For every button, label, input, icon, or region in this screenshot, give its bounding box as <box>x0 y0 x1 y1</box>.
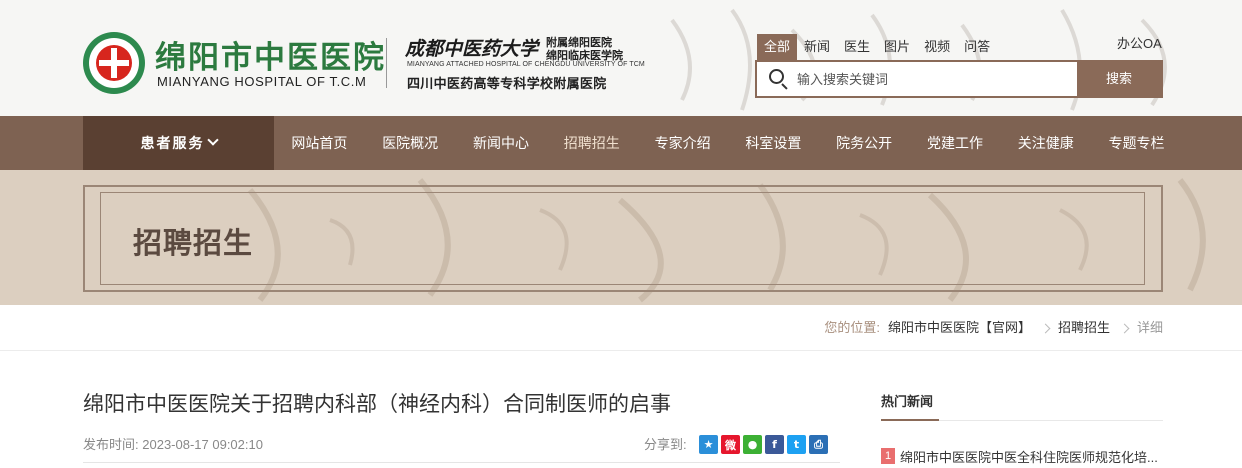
logo-chinese-name: 绵阳市中医医院 <box>155 40 386 76</box>
university-name: 成都中医药大学 <box>405 38 539 60</box>
university-english-name: MIANYANG ATTACHED HOSPITAL OF CHENGDU UN… <box>407 61 645 68</box>
search-button[interactable]: 搜索 <box>1077 62 1161 96</box>
patient-services-label: 患者服务 <box>140 135 205 151</box>
search-box: 搜索 <box>755 60 1163 98</box>
nav-item-news[interactable]: 新闻中心 <box>456 116 547 170</box>
facebook-icon[interactable]: f <box>765 435 784 454</box>
logo-divider <box>386 38 387 88</box>
publish-time-value: 2023-08-17 09:02:10 <box>142 437 263 452</box>
article-title: 绵阳市中医医院关于招聘内科部（神经内科）合同制医师的启事 <box>83 393 671 416</box>
search-tab-videos[interactable]: 视频 <box>917 34 957 60</box>
publish-time-label: 发布时间: <box>83 437 139 452</box>
nav-item-party[interactable]: 党建工作 <box>910 116 1001 170</box>
wechat-icon[interactable]: ● <box>743 435 762 454</box>
banner-title: 招聘招生 <box>133 228 254 260</box>
breadcrumb-bar: 您的位置: 绵阳市中医医院【官网】 招聘招生 详细 <box>0 305 1242 351</box>
twitter-icon[interactable]: t <box>787 435 806 454</box>
patient-services-dropdown[interactable]: 患者服务 <box>83 116 274 170</box>
nav-item-experts[interactable]: 专家介绍 <box>637 116 728 170</box>
nav-item-health[interactable]: 关注健康 <box>1000 116 1091 170</box>
rank-badge: 1 <box>881 448 895 464</box>
publish-time: 发布时间: 2023-08-17 09:02:10 <box>83 434 263 453</box>
main-nav: 患者服务 网站首页 医院概况 新闻中心 招聘招生 专家介绍 科室设置 院务公开 … <box>0 116 1242 170</box>
hot-news-divider-accent <box>881 419 939 421</box>
news-link[interactable]: 绵阳市中医医院中医全科住院医师规范化培... <box>900 447 1162 466</box>
article-divider <box>83 462 840 463</box>
weibo-icon[interactable]: 微 <box>721 435 740 454</box>
search-icon <box>757 62 795 96</box>
list-item[interactable]: 1 绵阳市中医医院中医全科住院医师规范化培... <box>881 446 1163 466</box>
search-tabs: 全部 新闻 医生 图片 视频 问答 <box>757 34 997 60</box>
nav-item-home[interactable]: 网站首页 <box>274 116 365 170</box>
logo-english-name: MIANYANG HOSPITAL OF T.C.M <box>157 74 367 89</box>
site-header: 绵阳市中医医院 MIANYANG HOSPITAL OF T.C.M 成都中医药… <box>0 0 1242 116</box>
share-icons: ★ 微 ● f t ⎙ <box>699 435 828 454</box>
breadcrumb-label: 您的位置: <box>824 320 880 335</box>
chevron-down-icon <box>206 134 219 146</box>
nav-item-overview[interactable]: 医院概况 <box>365 116 456 170</box>
nav-item-departments[interactable]: 科室设置 <box>728 116 819 170</box>
search-tab-all[interactable]: 全部 <box>757 34 798 60</box>
search-tab-images[interactable]: 图片 <box>877 34 917 60</box>
hot-news-title: 热门新闻 <box>881 394 934 409</box>
hospital-emblem-icon <box>83 32 145 94</box>
search-input[interactable] <box>795 62 1077 96</box>
school-name: 四川中医药高等专科学校附属医院 <box>407 76 607 91</box>
breadcrumb-current: 详细 <box>1136 320 1163 335</box>
search-tab-doctors[interactable]: 医生 <box>837 34 877 60</box>
breadcrumb-home-link[interactable]: 绵阳市中医医院【官网】 <box>888 305 1031 351</box>
search-tab-qa[interactable]: 问答 <box>957 34 997 60</box>
qzone-icon[interactable]: ★ <box>699 435 718 454</box>
banner-inner-frame <box>100 192 1145 285</box>
chevron-right-icon <box>1040 323 1051 333</box>
breadcrumb: 您的位置: 绵阳市中医医院【官网】 招聘招生 详细 <box>824 305 1163 351</box>
share-label: 分享到: <box>644 437 687 452</box>
chevron-right-icon <box>1119 323 1130 333</box>
nav-item-affairs[interactable]: 院务公开 <box>819 116 910 170</box>
search-tab-news[interactable]: 新闻 <box>797 34 837 60</box>
breadcrumb-section-link[interactable]: 招聘招生 <box>1058 305 1110 351</box>
print-icon[interactable]: ⎙ <box>809 435 828 454</box>
nav-items: 网站首页 医院概况 新闻中心 招聘招生 专家介绍 科室设置 院务公开 党建工作 … <box>274 116 1182 170</box>
section-banner: 招聘招生 <box>0 170 1242 305</box>
nav-item-topics[interactable]: 专题专栏 <box>1091 116 1182 170</box>
office-oa-link[interactable]: 办公OA <box>1117 34 1162 54</box>
nav-item-recruitment[interactable]: 招聘招生 <box>546 116 637 170</box>
